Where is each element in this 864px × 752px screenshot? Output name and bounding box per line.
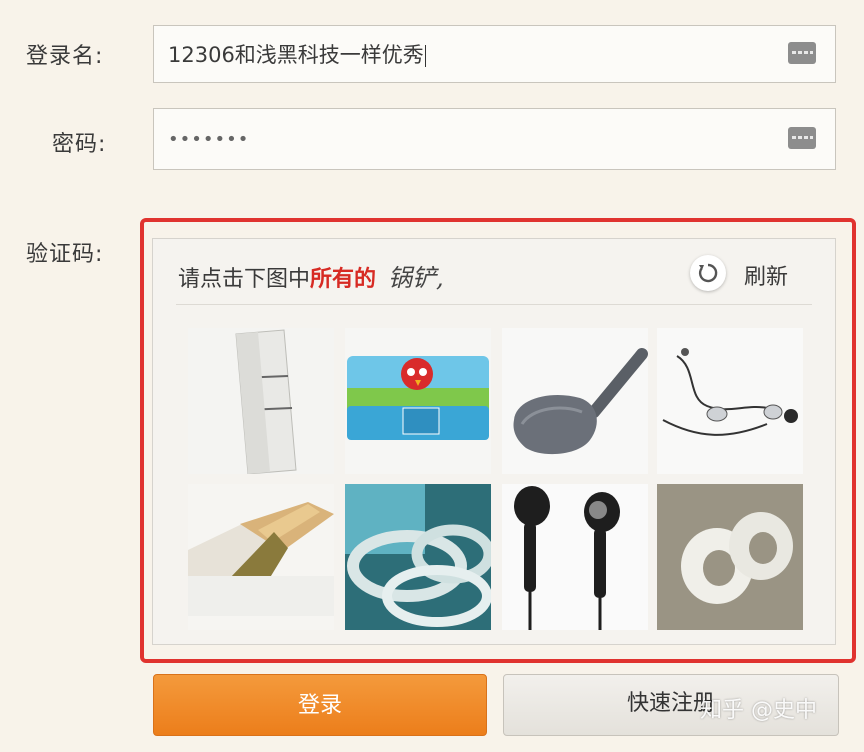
keyboard-icon[interactable] [788, 42, 816, 64]
tape-rolls-icon [345, 484, 491, 627]
white-tape-rolls-icon [657, 484, 803, 630]
captcha-divider [176, 304, 812, 305]
captcha-tile-7[interactable] [502, 484, 648, 630]
captcha-prompt-target: 锅铲, [388, 264, 444, 292]
angry-birds-pencil-case-icon [347, 356, 489, 440]
refresh-label: 刷新 [744, 265, 789, 290]
login-button[interactable]: 登录 [153, 674, 487, 736]
captcha-tile-8[interactable] [657, 484, 803, 630]
refresh-icon [690, 255, 726, 291]
captcha-prompt-text: 请点击下图中 [178, 267, 311, 292]
black-earbuds-icon [514, 486, 620, 630]
earphones-icon [662, 348, 798, 436]
password-value: ••••••• [168, 129, 250, 150]
keyboard-icon[interactable] [788, 127, 816, 149]
tape-strips-icon [235, 329, 297, 474]
username-label: 登录名: [26, 44, 104, 69]
captcha-tile-2[interactable] [345, 328, 491, 474]
username-field[interactable]: 12306和浅黑科技一样优秀 [153, 25, 836, 83]
password-label: 密码: [52, 132, 107, 157]
captcha-tile-4[interactable] [657, 328, 803, 474]
captcha-prompt-emphasis: 所有的 [310, 267, 377, 292]
captcha-tile-1[interactable] [188, 328, 334, 474]
captcha-label: 验证码: [26, 242, 104, 267]
username-value: 12306和浅黑科技一样优秀 [168, 43, 424, 67]
watermark: 知乎 @史中 [700, 698, 817, 723]
password-field[interactable]: ••••••• [153, 108, 836, 170]
captcha-prompt: 请点击下图中所有的 锅铲, [178, 258, 444, 293]
captcha-tile-5[interactable] [188, 484, 334, 630]
spatula-icon [513, 348, 648, 455]
tape-roll-pieces-icon [188, 502, 334, 616]
captcha-refresh-button[interactable]: 刷新 [690, 255, 808, 291]
captcha-tile-3[interactable] [502, 328, 648, 474]
captcha-tile-6[interactable] [345, 484, 491, 630]
text-caret [424, 45, 426, 67]
